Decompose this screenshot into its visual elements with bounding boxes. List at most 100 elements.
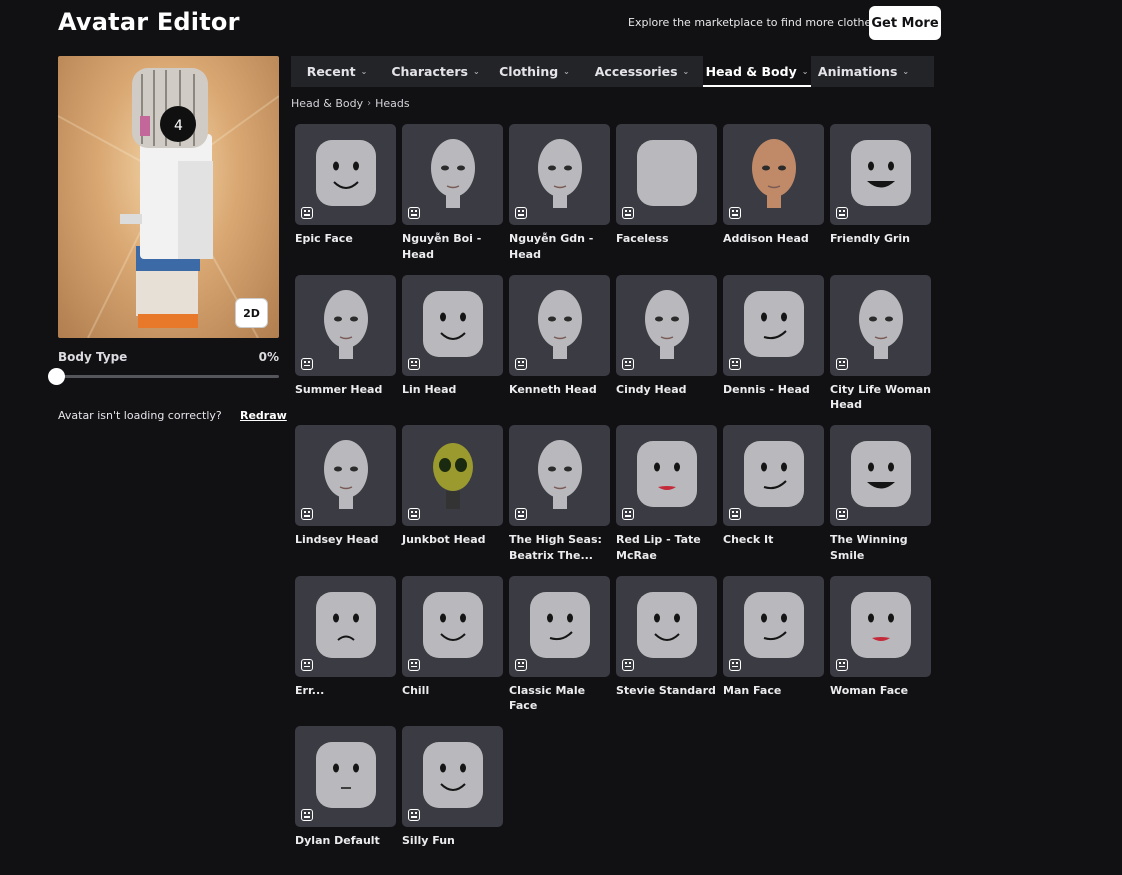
head-item-name: Check It — [723, 533, 774, 546]
head-item[interactable]: Summer Head — [295, 274, 396, 426]
tab-accessories[interactable]: Accessories ⌄ — [581, 56, 703, 87]
chevron-down-icon: ⌄ — [563, 67, 570, 76]
head-thumbnail[interactable] — [616, 425, 717, 526]
tab-clothing[interactable]: Clothing ⌄ — [488, 56, 581, 87]
head-thumbnail[interactable] — [723, 575, 824, 677]
head-thumbnail[interactable] — [830, 124, 931, 225]
head-thumbnail[interactable] — [723, 425, 824, 526]
head-thumbnail[interactable] — [723, 124, 824, 225]
head-thumbnail[interactable] — [295, 124, 396, 225]
head-type-icon — [515, 357, 527, 370]
chevron-down-icon: ⌄ — [472, 67, 480, 76]
head-thumbnail[interactable] — [402, 726, 503, 827]
view-2d-toggle[interactable]: 2D — [236, 299, 267, 327]
head-thumbnail[interactable] — [295, 425, 396, 526]
head-thumbnail[interactable] — [723, 274, 824, 376]
head-item-name: Nguyễn Boi - Head — [402, 232, 482, 261]
head-thumbnail[interactable] — [830, 575, 931, 677]
head-item[interactable]: Dennis - Head — [723, 274, 824, 426]
head-item[interactable]: Stevie Standard — [616, 575, 717, 727]
chevron-down-icon: ⌄ — [360, 67, 368, 76]
head-type-icon — [729, 508, 741, 520]
head-item[interactable]: Classic Male Face — [509, 575, 610, 727]
loading-help-text: Avatar isn't loading correctly? — [58, 409, 222, 422]
head-type-icon — [301, 207, 313, 219]
head-item[interactable]: Dylan Default — [295, 726, 396, 875]
chevron-right-icon: › — [367, 98, 372, 109]
head-item[interactable]: Check It — [723, 425, 824, 576]
tab-animations[interactable]: Animations ⌄ — [811, 56, 916, 87]
head-item[interactable]: City Life Woman Head — [830, 274, 931, 426]
head-item[interactable]: Lin Head — [402, 274, 503, 426]
item-grid: Epic Face Nguyễn Boi - Head Nguyễn Gdn - H… — [295, 124, 935, 875]
body-type-slider-thumb[interactable] — [48, 368, 65, 385]
head-thumbnail[interactable] — [295, 575, 396, 677]
head-type-icon — [408, 508, 420, 520]
head-item-name: Chill — [402, 683, 430, 697]
head-item-name: Woman Face — [830, 683, 909, 697]
head-item[interactable]: Cindy Head — [616, 274, 717, 426]
head-item-name: The High Seas: Beatrix The... — [509, 533, 602, 562]
head-item[interactable]: Faceless — [616, 124, 717, 275]
head-type-icon — [836, 357, 848, 370]
head-thumbnail[interactable] — [295, 726, 396, 827]
head-thumbnail[interactable] — [509, 274, 610, 376]
svg-text:4: 4 — [174, 118, 183, 134]
head-item[interactable]: Chill — [402, 575, 503, 727]
head-item[interactable]: The Winning Smile — [830, 425, 931, 576]
tab-head-body[interactable]: Head & Body ⌄ — [703, 56, 811, 87]
body-type-slider-track[interactable] — [58, 375, 279, 378]
head-thumbnail[interactable] — [616, 575, 717, 677]
head-item[interactable]: Err... — [295, 575, 396, 727]
head-type-icon — [408, 809, 420, 821]
head-thumbnail[interactable] — [402, 274, 503, 376]
head-item[interactable]: Kenneth Head — [509, 274, 610, 426]
head-thumbnail[interactable] — [402, 124, 503, 225]
head-thumbnail[interactable] — [295, 274, 396, 376]
body-type-value: 0% — [258, 350, 279, 364]
head-item[interactable]: Nguyễn Boi - Head — [402, 124, 503, 275]
head-item[interactable]: The High Seas: Beatrix The... — [509, 425, 610, 576]
head-item[interactable]: Junkbot Head — [402, 425, 503, 576]
promo-text: Explore the marketplace to find more clo… — [628, 16, 882, 29]
head-item-name: Addison Head — [723, 232, 809, 245]
head-item[interactable]: Silly Fun — [402, 726, 503, 875]
head-item[interactable]: Epic Face — [295, 124, 396, 275]
avatar-preview[interactable]: 4 — [58, 56, 279, 338]
head-item[interactable]: Red Lip - Tate McRae — [616, 425, 717, 576]
head-thumbnail[interactable] — [402, 425, 503, 526]
head-thumbnail[interactable] — [509, 425, 610, 526]
get-more-button[interactable]: Get More — [869, 6, 941, 40]
head-thumbnail[interactable] — [616, 274, 717, 376]
head-thumbnail[interactable] — [830, 274, 931, 376]
head-thumbnail[interactable] — [509, 124, 610, 225]
tab-label: Recent — [306, 64, 356, 79]
head-item-name: Nguyễn Gdn - Head — [509, 232, 594, 261]
head-item[interactable]: Friendly Grin — [830, 124, 931, 275]
head-item-name: Junkbot Head — [402, 533, 486, 546]
head-item-name: Summer Head — [295, 382, 383, 396]
head-type-icon — [301, 508, 313, 520]
tab-label: Animations — [817, 64, 898, 79]
head-item[interactable]: Nguyễn Gdn - Head — [509, 124, 610, 275]
head-thumbnail[interactable] — [509, 575, 610, 677]
tab-label: Clothing — [499, 64, 559, 79]
head-thumbnail[interactable] — [402, 575, 503, 677]
breadcrumb-parent[interactable]: Head & Body — [291, 97, 363, 110]
head-thumbnail[interactable] — [616, 124, 717, 225]
body-type-label: Body Type — [58, 350, 128, 364]
tab-characters[interactable]: Characters ⌄ — [383, 56, 488, 87]
tab-label: Accessories — [594, 64, 678, 79]
tab-recent[interactable]: Recent ⌄ — [291, 56, 383, 87]
head-item[interactable]: Woman Face — [830, 575, 931, 727]
head-item-name: Classic Male Face — [509, 683, 586, 713]
head-item-name: Kenneth Head — [509, 382, 597, 396]
head-item-name: Silly Fun — [402, 834, 455, 847]
head-type-icon — [622, 207, 634, 219]
head-item[interactable]: Addison Head — [723, 124, 824, 275]
head-item[interactable]: Lindsey Head — [295, 425, 396, 576]
head-type-icon — [729, 207, 741, 219]
redraw-link[interactable]: Redraw — [240, 409, 287, 422]
head-item[interactable]: Man Face — [723, 575, 824, 727]
head-thumbnail[interactable] — [830, 425, 931, 526]
